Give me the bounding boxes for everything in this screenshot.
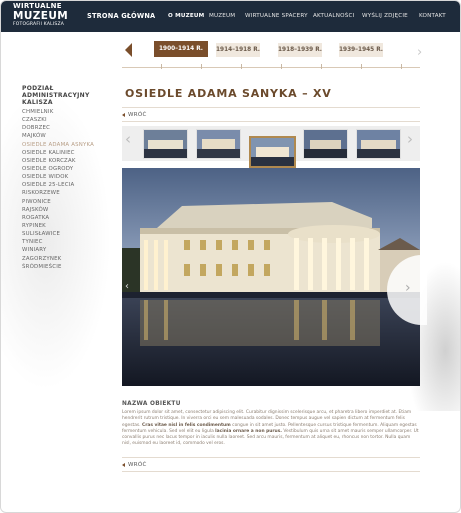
page-frame: WIRTUALNE MUZEUM FOTOGRAFII KALISZA STRO… — [0, 0, 461, 513]
divider — [122, 121, 420, 122]
thumbs-next-icon[interactable]: › — [407, 132, 413, 147]
timeline-next-arrow-icon[interactable]: › — [417, 46, 422, 59]
sidebar-item[interactable]: OSIEDLE 25-LECIA — [22, 181, 94, 189]
back-arrow-icon — [122, 462, 125, 467]
timeline-tick — [321, 64, 322, 69]
logo-line-2: MUZEUM — [13, 10, 69, 22]
sidebar-item[interactable]: RYPINEK — [22, 222, 94, 230]
timeline-tick — [401, 64, 402, 69]
divider — [122, 107, 420, 108]
thumbs-prev-icon[interactable]: ‹ — [125, 132, 131, 147]
sidebar-item[interactable]: ŚRÓDMIEŚCIE — [22, 263, 94, 271]
sidebar-item[interactable]: OSIEDLE WIDOK — [22, 173, 94, 181]
timeline-tab-1939-1945[interactable]: 1939–1945 R. — [339, 43, 383, 57]
sidebar-item[interactable]: CHMIELNIK — [22, 108, 94, 116]
nav-item-muzeum[interactable]: MUZEUM — [209, 13, 235, 19]
timeline-tick — [281, 64, 282, 69]
sidebar-item[interactable]: WINIARY — [22, 246, 94, 254]
sidebar-item-current[interactable]: OSIEDLE ADAMA ASNYKA — [22, 141, 94, 149]
nav-item-aktualnosci[interactable]: AKTUALNOŚCI — [313, 13, 354, 19]
sidebar-item[interactable]: PIWONICE — [22, 198, 94, 206]
sidebar-item[interactable]: RAJSKÓW — [22, 206, 94, 214]
nav-item-kontakt[interactable]: KONTAKT — [419, 13, 446, 19]
photo-prev-icon[interactable]: ‹ — [125, 281, 129, 292]
sidebar-item[interactable]: SULISŁAWICE — [22, 230, 94, 238]
chevron-right-icon: › — [405, 280, 411, 296]
sidebar-title-line-1: PODZIAŁ — [22, 85, 54, 92]
sidebar-item[interactable]: OSIEDLE KALINIEC — [22, 149, 94, 157]
divider — [122, 457, 420, 458]
site-logo[interactable]: WIRTUALNE MUZEUM FOTOGRAFII KALISZA — [13, 3, 77, 27]
sidebar-item[interactable]: ZAGORZYNEK — [22, 255, 94, 263]
nav-item-o-muzeum[interactable]: O MUZEUM — [168, 13, 204, 19]
logo-line-3: FOTOGRAFII KALISZA — [13, 21, 65, 27]
sidebar-district-list: CHMIELNIK CZASZKI DOBRZEC MAJKÓW OSIEDLE… — [22, 108, 94, 271]
timeline-line — [122, 67, 420, 68]
sidebar-item[interactable]: MAJKÓW — [22, 132, 94, 140]
back-link-top[interactable]: WRÓĆ — [122, 112, 147, 118]
sidebar-item[interactable]: DOBRZEC — [22, 124, 94, 132]
sidebar-title-line-2: ADMINISTRACYJNY KALISZA — [22, 92, 90, 106]
thumbnail[interactable] — [303, 129, 348, 159]
thumbnail-active[interactable] — [249, 136, 296, 168]
timeline-tick — [161, 64, 162, 69]
back-label: WRÓĆ — [128, 112, 147, 118]
timeline-prev-arrow-icon[interactable] — [125, 43, 132, 57]
nav-item-wirtualne-spacery[interactable]: WIRTUALNE SPACERY — [245, 13, 308, 19]
logo-line-1: WIRTUALNE — [13, 2, 62, 10]
sidebar-item[interactable]: ROGATKA — [22, 214, 94, 222]
sidebar-title: PODZIAŁ ADMINISTRACYJNY KALISZA — [22, 85, 112, 106]
description-bold-1: Cras vitae nisl in felis condimentum — [141, 422, 231, 428]
sidebar-item[interactable]: RISKORZEWE — [22, 189, 94, 197]
description-bold-2: lacinia ornare a non purus. — [215, 428, 282, 434]
sidebar-item[interactable]: OSIEDLE OGRODY — [22, 165, 94, 173]
timeline-tick — [241, 64, 242, 69]
thumbnail[interactable] — [356, 129, 401, 159]
divider — [122, 471, 420, 472]
main-photo — [122, 168, 420, 386]
nav-home-link[interactable]: STRONA GŁÓWNA — [87, 12, 155, 20]
sidebar-item[interactable]: TYNIEC — [22, 238, 94, 246]
page-title: OSIEDLE ADAMA SANYKA – XV — [125, 87, 332, 100]
object-name-label: NAZWA OBIEKTU — [122, 401, 181, 407]
back-label: WRÓĆ — [128, 462, 147, 468]
thumbnail[interactable] — [196, 129, 241, 159]
object-description: Lorem ipsum dolor sit amet, consectetur … — [122, 410, 420, 448]
timeline-tick — [361, 64, 362, 69]
sidebar-item[interactable]: OSIEDLE KORCZAK — [22, 157, 94, 165]
back-link-bottom[interactable]: WRÓĆ — [122, 462, 147, 468]
sidebar-item[interactable]: CZASZKI — [22, 116, 94, 124]
thumbnail[interactable] — [143, 129, 188, 159]
timeline-tab-1918-1939[interactable]: 1918–1939 R. — [278, 43, 322, 57]
top-header: WIRTUALNE MUZEUM FOTOGRAFII KALISZA STRO… — [1, 1, 460, 32]
back-arrow-icon — [122, 112, 125, 117]
nav-item-wyslij-zdjecie[interactable]: WYŚLIJ ZDJĘCIE — [362, 13, 408, 19]
timeline-tab-1914-1918[interactable]: 1914–1918 R. — [216, 43, 260, 57]
timeline-tab-1900-1914[interactable]: 1900–1914 R. — [154, 41, 208, 57]
timeline-tick — [201, 64, 202, 69]
